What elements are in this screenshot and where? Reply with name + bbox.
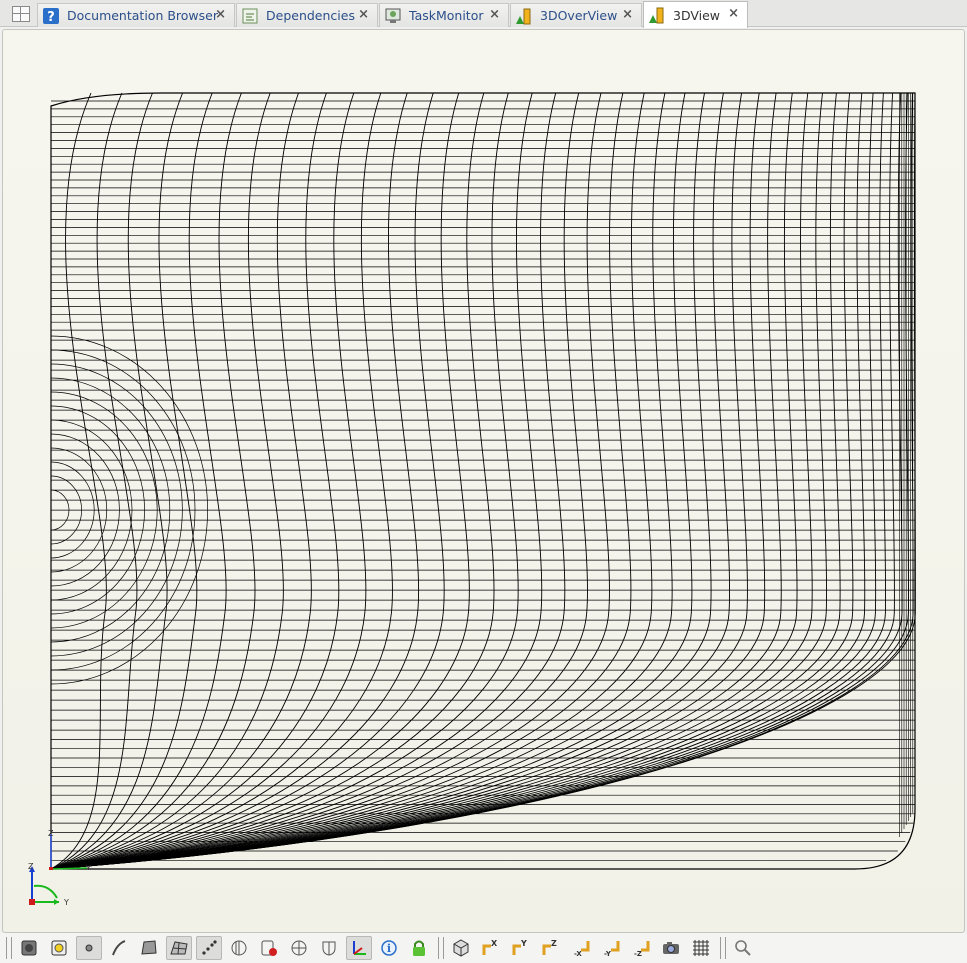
solid-shading-icon[interactable] — [16, 936, 42, 960]
help-icon: ? — [42, 7, 60, 25]
mesh-boundary — [50, 92, 916, 870]
app-window: ? Documentation Browser × Dependencies ×… — [0, 0, 967, 963]
mesh-column-line — [50, 92, 588, 870]
tab-3d-overview[interactable]: 3DOverView × — [510, 3, 642, 27]
axes-icon[interactable] — [346, 936, 372, 960]
highlight-shading-icon[interactable] — [46, 936, 72, 960]
node-display-icon[interactable] — [196, 936, 222, 960]
toolbar-separator — [6, 937, 12, 959]
mesh-column-line — [50, 92, 227, 870]
svg-text:i: i — [387, 942, 391, 955]
mesh-column-line — [50, 92, 393, 870]
mesh-column-line — [50, 92, 782, 870]
svg-text:-Z: -Z — [634, 950, 642, 958]
tab-label: 3DView — [673, 7, 721, 23]
toolbar-separator — [720, 937, 726, 959]
mesh-column-line — [50, 92, 903, 870]
view-z-icon[interactable]: Z — [538, 936, 564, 960]
svg-text:Z: Z — [551, 939, 557, 948]
mesh-column-line — [50, 92, 693, 870]
mesh-column-line — [50, 92, 168, 870]
cut-plane-icon[interactable] — [286, 936, 312, 960]
point-mode-icon[interactable] — [76, 936, 102, 960]
mesh-column-line — [50, 92, 712, 870]
layout-icon[interactable] — [12, 6, 30, 22]
tab-label: Dependencies — [266, 8, 355, 23]
tab-bar: ? Documentation Browser × Dependencies ×… — [0, 0, 967, 28]
view-minus-x-icon[interactable]: -X — [568, 936, 594, 960]
tab-documentation-browser[interactable]: ? Documentation Browser × — [37, 3, 235, 27]
grid-icon[interactable] — [688, 936, 714, 960]
tab-3d-view[interactable]: 3DView × — [643, 1, 748, 28]
mesh-column-line — [50, 92, 730, 870]
mesh-column-line — [50, 92, 470, 870]
mesh-column-line — [50, 92, 198, 870]
overview-3d-icon — [515, 7, 533, 25]
task-monitor-icon — [384, 7, 402, 25]
curve-mode-icon[interactable] — [106, 936, 132, 960]
screenshot-icon[interactable] — [658, 936, 684, 960]
zoom-icon[interactable] — [730, 936, 756, 960]
y-label: Y — [85, 864, 91, 870]
mesh-column-line — [50, 92, 519, 870]
mesh-column-line — [50, 92, 914, 870]
mesh-column-line — [50, 92, 256, 870]
tab-label: Documentation Browser — [67, 8, 218, 23]
x-axis — [29, 899, 35, 905]
surface-mode-icon[interactable] — [136, 936, 162, 960]
svg-text:-Y: -Y — [604, 950, 612, 958]
y-label: Y — [63, 898, 69, 907]
view-y-icon[interactable]: Y — [508, 936, 534, 960]
mesh-column-line — [50, 92, 420, 870]
close-icon[interactable]: × — [215, 7, 226, 22]
dependencies-icon — [241, 7, 259, 25]
shrink-icon[interactable] — [316, 936, 342, 960]
view-x-icon[interactable]: X — [478, 936, 504, 960]
iso-view-icon[interactable] — [448, 936, 474, 960]
z-label: Z — [28, 862, 34, 871]
tab-dependencies[interactable]: Dependencies × — [236, 3, 378, 27]
view-toolbar: i X Y Z -X -Y -Z — [0, 933, 967, 963]
mesh-column-line — [50, 92, 566, 870]
mesh-column-line — [50, 92, 766, 870]
lock-icon[interactable] — [406, 936, 432, 960]
clip-icon[interactable] — [256, 936, 282, 960]
info-icon[interactable]: i — [376, 936, 402, 960]
tab-task-monitor[interactable]: TaskMonitor × — [379, 3, 509, 27]
z-label: Z — [48, 830, 54, 838]
toolbar-separator — [438, 937, 444, 959]
view-3d-icon — [648, 6, 666, 24]
axis-triad: Z Y — [28, 862, 69, 907]
y-arrow — [54, 899, 59, 905]
volume-display-icon[interactable] — [226, 936, 252, 960]
mesh-column-line — [50, 92, 445, 870]
view-minus-y-icon[interactable]: -Y — [598, 936, 624, 960]
mesh-drawing — [50, 92, 916, 870]
close-icon[interactable]: × — [489, 7, 500, 22]
surface-mesh-icon[interactable] — [166, 936, 192, 960]
close-icon[interactable]: × — [358, 7, 369, 22]
svg-text:Y: Y — [520, 939, 527, 948]
mesh-column-line — [50, 92, 916, 870]
svg-text:?: ? — [47, 10, 55, 25]
rotation-arc — [33, 884, 58, 899]
tab-label: 3DOverView — [540, 8, 618, 23]
mesh-column-line — [50, 92, 798, 870]
view-minus-z-icon[interactable]: -Z — [628, 936, 654, 960]
svg-text:X: X — [491, 939, 498, 948]
close-icon[interactable]: × — [622, 7, 633, 22]
close-icon[interactable]: × — [728, 6, 739, 21]
mesh-column-line — [50, 92, 813, 870]
mesh-column-line — [50, 92, 610, 870]
mesh-column-line — [50, 92, 632, 870]
tab-label: TaskMonitor — [409, 8, 484, 23]
3d-viewport[interactable]: Z Y Z Y — [2, 29, 965, 933]
